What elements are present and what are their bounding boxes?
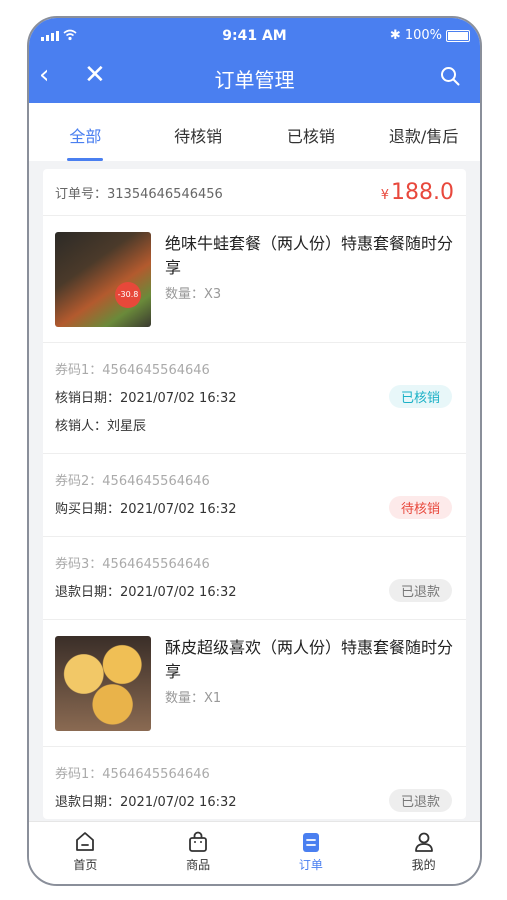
tabbar-item-products[interactable]: 商品: [142, 822, 255, 884]
product-item[interactable]: 酥皮超级喜欢（两人份）特惠套餐随时分享 数量：X1: [43, 620, 466, 747]
status-bar: 9:41 AM ✱ 100%: [29, 18, 480, 54]
tabbar-label: 商品: [186, 858, 211, 872]
tabbar-label: 首页: [73, 858, 98, 872]
coupon-code: 券码3：4564645564646: [55, 557, 210, 572]
header: 9:41 AM ✱ 100% ‹ ✕ 订单管理: [29, 18, 480, 103]
bottom-tab-bar: 首页 商品 订单 我的: [29, 821, 480, 884]
product-name: 绝味牛蛙套餐（两人份）特惠套餐随时分享: [165, 234, 454, 277]
price-value: 188.0: [391, 179, 454, 205]
search-icon[interactable]: [440, 66, 460, 86]
tab-all[interactable]: 全部: [29, 103, 142, 161]
tabbar-item-orders[interactable]: 订单: [255, 822, 368, 884]
battery-text: 100%: [404, 28, 442, 43]
page-title: 订单管理: [214, 68, 295, 92]
tabbar-label: 我的: [411, 858, 436, 872]
phone-frame: 9:41 AM ✱ 100% ‹ ✕ 订单管理 全部 待核销 已核销 退款/售后…: [27, 16, 482, 886]
order-card: 订单号：31354646546456 ¥188.0 绝味牛蛙套餐（两人份）特惠套…: [43, 169, 466, 819]
bag-icon: [189, 831, 208, 852]
coupon-code: 券码2：4564645564646: [55, 474, 210, 489]
bluetooth-icon: ✱: [389, 28, 401, 43]
tab-refund[interactable]: 退款/售后: [367, 103, 480, 161]
tab-verified[interactable]: 已核销: [255, 103, 368, 161]
product-qty: 数量：X1: [165, 691, 222, 706]
battery-icon: [446, 29, 470, 42]
user-icon: [414, 832, 433, 852]
order-number: 订单号：31354646546456: [55, 183, 223, 202]
order-price: ¥188.0: [381, 180, 454, 205]
coupon-person: 核销人：刘星辰: [55, 419, 147, 434]
product-image: [55, 232, 151, 327]
coupon-item: 券码3：4564645564646 退款日期：2021/07/02 16:32 …: [43, 537, 466, 620]
product-qty: 数量：X3: [165, 287, 222, 302]
status-right: ✱ 100%: [390, 28, 470, 43]
tab-pending[interactable]: 待核销: [142, 103, 255, 161]
order-header: 订单号：31354646546456 ¥188.0: [43, 169, 466, 216]
status-badge: 已退款: [388, 789, 452, 812]
status-badge: 已退款: [388, 579, 452, 602]
order-number-label: 订单号：: [55, 186, 108, 202]
coupon-item: 券码1：4564645564646 退款日期：2021/07/02 16:32 …: [43, 747, 466, 819]
currency-symbol: ¥: [380, 187, 390, 203]
product-item[interactable]: 绝味牛蛙套餐（两人份）特惠套餐随时分享 数量：X3: [43, 216, 466, 343]
order-icon: [302, 833, 319, 852]
home-icon: [76, 832, 95, 851]
coupon-item: 券码2：4564645564646 购买日期：2021/07/02 16:32 …: [43, 454, 466, 537]
order-tabs: 全部 待核销 已核销 退款/售后: [29, 103, 480, 161]
status-badge: 待核销: [388, 496, 452, 519]
tabbar-label: 订单: [298, 858, 323, 872]
coupon-code: 券码1：4564645564646: [55, 767, 210, 782]
coupon-code: 券码1：4564645564646: [55, 363, 210, 378]
product-image: [55, 636, 151, 731]
product-info: 酥皮超级喜欢（两人份）特惠套餐随时分享 数量：X1: [165, 636, 454, 730]
status-badge: 已核销: [388, 385, 452, 408]
tabbar-item-me[interactable]: 我的: [367, 822, 480, 884]
product-info: 绝味牛蛙套餐（两人份）特惠套餐随时分享 数量：X3: [165, 232, 454, 326]
product-name: 酥皮超级喜欢（两人份）特惠套餐随时分享: [165, 638, 454, 681]
tabbar-item-home[interactable]: 首页: [29, 822, 142, 884]
coupon-item: 券码1：4564645564646 核销日期：2021/07/02 16:32 …: [43, 343, 466, 454]
order-number-value: 31354646546456: [107, 186, 223, 202]
